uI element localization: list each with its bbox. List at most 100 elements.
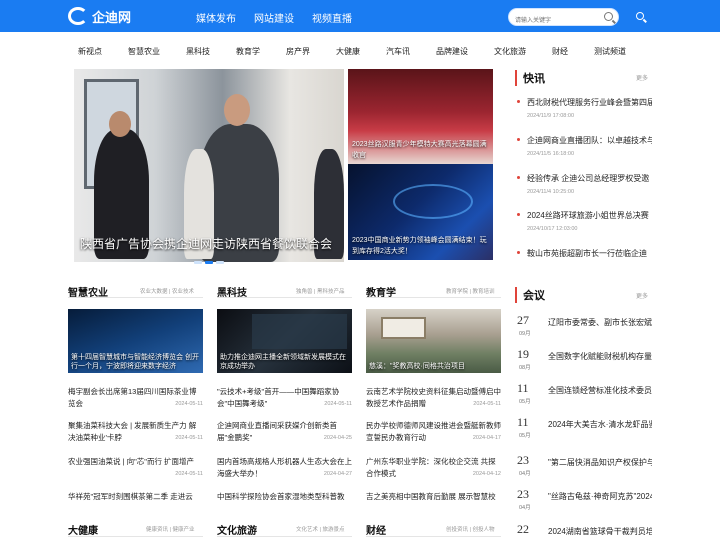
article-item[interactable]: 梅宇副会长出席第13届四川国际茶业博览会 2024-05-11 bbox=[68, 386, 203, 410]
article-item[interactable]: 农业强国油菜说 | 向"芯"而行 扩面增产 2024-05-11 bbox=[68, 456, 203, 480]
side-image-2[interactable]: 2023中国商业新势力领袖峰会圆满结束！玩到库存得2活大奖！ bbox=[348, 164, 493, 260]
subnav-item[interactable]: 房产界 bbox=[286, 46, 310, 57]
subnav-item[interactable]: 大健康 bbox=[336, 46, 360, 57]
section-image-caption[interactable]: 助力推企迪网主播全新领域新发展模式在京成功举办 bbox=[220, 353, 349, 371]
subnav-item[interactable]: 智慧农业 bbox=[128, 46, 160, 57]
section-image[interactable]: 慈溪："奖教高校·同格共治项目 bbox=[366, 309, 501, 373]
side-caption-1[interactable]: 2023丝路汉服青少年模特大赛高光落幕圆满收官 bbox=[352, 139, 489, 161]
subnav-item[interactable]: 品牌建设 bbox=[436, 46, 468, 57]
section-image[interactable]: 助力推企迪网主播全新领域新发展模式在京成功举办 bbox=[217, 309, 352, 373]
kuaixun-item-title[interactable]: 经验传承 企迪公司总经理罗权受邀 bbox=[517, 173, 652, 184]
subnav-item[interactable]: 新视点 bbox=[78, 46, 102, 57]
subnav-item[interactable]: 汽车讯 bbox=[386, 46, 410, 57]
subnav-item[interactable]: 教育学 bbox=[236, 46, 260, 57]
article-title[interactable]: 吉之美亮相中国教育后勤展 展示智慧校 bbox=[366, 492, 496, 501]
meeting-day: 11 bbox=[517, 381, 529, 395]
nav-video-live[interactable]: 视频直播 bbox=[312, 10, 352, 25]
section-tags[interactable]: 农业大数据 | 农业技术 bbox=[140, 287, 194, 295]
meeting-title[interactable]: 2024湖南省篮球骨干裁判员培训 bbox=[548, 526, 652, 537]
nav-website-build[interactable]: 网站建设 bbox=[254, 10, 294, 25]
kuaixun-item-title[interactable]: 鞍山市苑振超副市长一行莅临企迪 bbox=[517, 248, 652, 259]
slider-dot[interactable] bbox=[216, 261, 224, 264]
section-image-caption[interactable]: 第十四届智慧城市与智能经济博览会 创开行一个月，宁波即将迎来数字经济 bbox=[71, 353, 200, 371]
classroom-board bbox=[381, 317, 426, 339]
kuaixun-item[interactable]: 经验传承 企迪公司总经理罗权受邀 2024/11/4 10:25:00 bbox=[517, 173, 652, 195]
section-divider bbox=[68, 297, 203, 298]
top-header: 企迪网 媒体发布 网站建设 视频直播 bbox=[0, 0, 720, 32]
article-title[interactable]: 农业强国油菜说 | 向"芯"而行 扩面增产 bbox=[68, 457, 194, 466]
logo-mark-icon bbox=[68, 7, 88, 25]
article-date: 2024-05-11 bbox=[473, 401, 501, 407]
article-item[interactable]: 云南艺术学院校史资料征集启动暨傅启中教授艺术作品捐赠 2024-05-11 bbox=[366, 386, 501, 410]
meeting-item[interactable]: 19 08月 全国数字化赋能财税机构存量客户 bbox=[517, 347, 652, 377]
category-nav: 新视点 智慧农业 黑科技 教育学 房产界 大健康 汽车讯 品牌建设 文化旅游 财… bbox=[0, 32, 720, 68]
meeting-title[interactable]: 全国数字化赋能财税机构存量客户 bbox=[548, 351, 652, 362]
search-input[interactable] bbox=[515, 13, 601, 29]
site-logo[interactable]: 企迪网 bbox=[68, 6, 131, 26]
slider-dot[interactable] bbox=[194, 261, 202, 264]
section-title[interactable]: 文化旅游 bbox=[217, 522, 257, 537]
side-image-1[interactable]: 2023丝路汉服青少年模特大赛高光落幕圆满收官 bbox=[348, 69, 493, 164]
article-item[interactable]: 广州东华职业学院：深化校企交流 共探合作模式 2024-04-12 bbox=[366, 456, 501, 480]
slider-dot-active[interactable] bbox=[205, 261, 213, 264]
subnav-item[interactable]: 财经 bbox=[552, 46, 568, 57]
search-icon[interactable] bbox=[604, 12, 613, 21]
section-title[interactable]: 财经 bbox=[366, 522, 386, 537]
subnav-item[interactable]: 测试频道 bbox=[594, 46, 626, 57]
article-item[interactable]: 华祥苑"冠军时刻围棋茶第二季 走进云 bbox=[68, 491, 203, 503]
article-item[interactable]: 企迪网商业直播间采获媒介创新类首届"金鹏奖" 2024-04-25 bbox=[217, 420, 352, 444]
meeting-day: 23 bbox=[517, 453, 529, 467]
article-item[interactable]: 国内首场高规格人形机器人生态大会在上海盛大举办！ 2024-04-27 bbox=[217, 456, 352, 480]
article-title[interactable]: 企迪网商业直播间采获媒介创新类首届"金鹏奖" bbox=[217, 421, 337, 442]
main-slider[interactable]: 陕西省广告协会携企迪网走访陕西省餐饮联合会 bbox=[74, 69, 344, 262]
article-item[interactable]: 聚集油菜科技大会 | 发展新质生产力 解决油菜种业'卡脖 2024-05-11 bbox=[68, 420, 203, 444]
article-title[interactable]: "云技术+考级"首开——中国舞蹈家协会"中国舞考级" bbox=[217, 387, 339, 408]
meeting-item[interactable]: 23 04月 "第二届快消品知识产权保护与 bbox=[517, 453, 652, 483]
article-title[interactable]: 中国科学探险协会首家湿地类型科普教 bbox=[217, 492, 345, 501]
meeting-day: 19 bbox=[517, 347, 529, 361]
section-tags[interactable]: 创投资讯 | 创投人物 bbox=[446, 525, 495, 533]
section-tags[interactable]: 文化艺术 | 旅游景点 bbox=[296, 525, 345, 533]
article-date: 2024-05-11 bbox=[175, 435, 203, 441]
logo-text: 企迪网 bbox=[92, 9, 132, 25]
meeting-item[interactable]: 27 09月 辽阳市委常委、副市长张宏斌在 bbox=[517, 313, 652, 343]
section-divider bbox=[217, 297, 352, 298]
meeting-title[interactable]: 2024年大美吉水·清水龙虾品鉴 bbox=[548, 419, 652, 430]
huiyi-more-link[interactable]: 更多 bbox=[636, 291, 648, 300]
kuaixun-item[interactable]: 2024丝路环球旅游小姐世界总决赛 2024/10/17 12:03:00 bbox=[517, 210, 652, 232]
article-title[interactable]: 华祥苑"冠军时刻围棋茶第二季 走进云 bbox=[68, 492, 193, 501]
meeting-title[interactable]: "第二届快消品知识产权保护与 bbox=[548, 457, 652, 468]
meeting-item[interactable]: 22 2024湖南省篮球骨干裁判员培训 bbox=[517, 522, 652, 540]
meeting-title[interactable]: "丝路古龟兹·神奇阿克苏"2024 bbox=[548, 491, 652, 502]
article-item[interactable]: 中国科学探险协会首家湿地类型科普教 bbox=[217, 491, 352, 503]
section-tags[interactable]: 教育学院 | 教育培训 bbox=[446, 287, 495, 295]
kuaixun-item-title[interactable]: 企迪网商业直播团队：以卓越技术与专 bbox=[517, 135, 652, 146]
search-toggle-icon[interactable] bbox=[636, 12, 644, 20]
article-item[interactable]: "云技术+考级"首开——中国舞蹈家协会"中国舞考级" 2024-05-11 bbox=[217, 386, 352, 410]
subnav-item[interactable]: 文化旅游 bbox=[494, 46, 526, 57]
article-item[interactable]: 民办学校师德师风建设推进会暨艇新教师宣誓民办教育行动 2024-04-17 bbox=[366, 420, 501, 444]
section-title[interactable]: 大健康 bbox=[68, 522, 98, 537]
section-image[interactable]: 第十四届智慧城市与智能经济博览会 创开行一个月，宁波即将迎来数字经济 bbox=[68, 309, 203, 373]
meeting-title[interactable]: 辽阳市委常委、副市长张宏斌在 bbox=[548, 317, 652, 328]
meeting-item[interactable]: 11 05月 全国连锁经营标准化技术委员会 bbox=[517, 381, 652, 411]
kuaixun-item-title[interactable]: 2024丝路环球旅游小姐世界总决赛 bbox=[517, 210, 652, 221]
kuaixun-item[interactable]: 鞍山市苑振超副市长一行莅临企迪 bbox=[517, 248, 652, 259]
kuaixun-item[interactable]: 企迪网商业直播团队：以卓越技术与专 2024/11/5 16:18:00 bbox=[517, 135, 652, 157]
kuaixun-item-title[interactable]: 西北财税代理服务行业峰会暨第四届 bbox=[517, 97, 652, 108]
section-tags[interactable]: 健康资讯 | 健康产业 bbox=[146, 525, 195, 533]
section-image-caption[interactable]: 慈溪："奖教高校·同格共治项目 bbox=[369, 362, 498, 371]
kuaixun-item-date: 2024/11/5 16:18:00 bbox=[527, 151, 574, 157]
kuaixun-item[interactable]: 西北财税代理服务行业峰会暨第四届 2024/11/9 17:08:00 bbox=[517, 97, 652, 119]
kuaixun-item-date: 2024/11/9 17:08:00 bbox=[527, 113, 574, 119]
subnav-item[interactable]: 黑科技 bbox=[186, 46, 210, 57]
side-caption-2[interactable]: 2023中国商业新势力领袖峰会圆满结束！玩到库存得2活大奖！ bbox=[352, 235, 489, 257]
meeting-title[interactable]: 全国连锁经营标准化技术委员会 bbox=[548, 385, 652, 396]
article-item[interactable]: 吉之美亮相中国教育后勤展 展示智慧校 bbox=[366, 491, 501, 503]
nav-media-publish[interactable]: 媒体发布 bbox=[196, 10, 236, 25]
meeting-item[interactable]: 23 04月 "丝路古龟兹·神奇阿克苏"2024 bbox=[517, 487, 652, 517]
meeting-item[interactable]: 11 05月 2024年大美吉水·清水龙虾品鉴 bbox=[517, 415, 652, 445]
slider-caption[interactable]: 陕西省广告协会携企迪网走访陕西省餐饮联合会 bbox=[80, 235, 332, 252]
section-tags[interactable]: 独角兽 | 黑科技产品 bbox=[296, 287, 345, 295]
kuaixun-more-link[interactable]: 更多 bbox=[636, 73, 648, 82]
